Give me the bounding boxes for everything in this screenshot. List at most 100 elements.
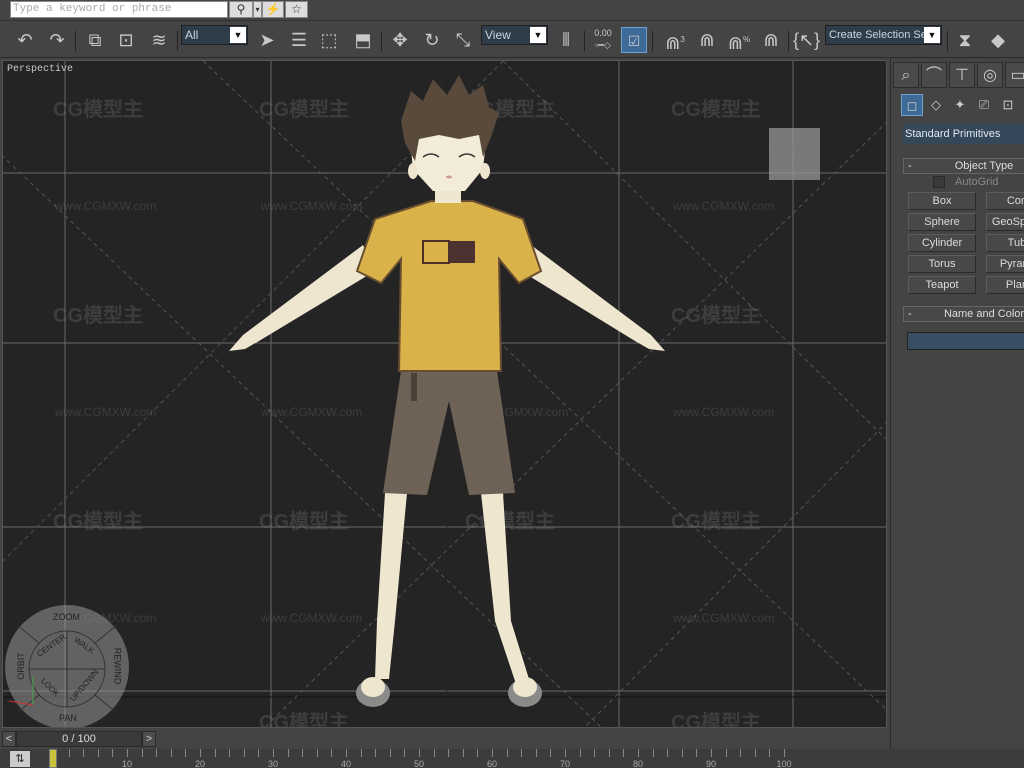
plane-button[interactable]: Plane — [986, 276, 1024, 294]
select-manipulate-button[interactable]: 0.00 ▫━◇ — [590, 27, 616, 53]
create-tab[interactable]: ⌕ — [893, 62, 919, 88]
cylinder-button[interactable]: Cylinder — [908, 234, 976, 252]
right-arm — [521, 245, 665, 351]
wheel-rewind[interactable]: REWIND — [112, 648, 122, 685]
named-selection-set-dropdown[interactable]: Create Selection Set ▼ — [825, 25, 942, 45]
select-and-scale-button[interactable]: ⤡ — [450, 27, 476, 53]
viewcube[interactable]: BOTTOM — [769, 128, 820, 180]
snaps-toggle-button[interactable]: ⋒3 — [662, 27, 688, 53]
primitive-category-dropdown[interactable]: Standard Primitives — [903, 124, 1024, 144]
undo-button[interactable]: ↶ — [12, 27, 38, 53]
hierarchy-tab[interactable]: ⊤ — [949, 62, 975, 88]
track-tick — [68, 749, 70, 757]
wheel-zoom[interactable]: ZOOM — [53, 612, 80, 622]
info-center-bar: Type a keyword or phrase ⚲ ▾ ⚡ ☆ — [0, 0, 1024, 20]
angle-snap-icon: ⋒ — [699, 30, 715, 50]
toolbar-divider — [177, 31, 178, 51]
toolbar-divider — [381, 31, 382, 51]
cone-button[interactable]: Cone — [986, 192, 1024, 210]
character-model[interactable] — [3, 61, 887, 728]
motion-tab[interactable]: ◎ — [977, 62, 1003, 88]
track-bar[interactable]: ⇅ 0102030405060708090100 — [0, 749, 1024, 768]
rollout-title: Object Type — [954, 160, 1014, 172]
percent-snap-button[interactable]: ⋒% — [726, 27, 752, 53]
wheel-pan[interactable]: PAN — [59, 713, 77, 723]
left-ear — [408, 163, 418, 179]
next-frame-button[interactable]: > — [142, 731, 156, 747]
lights-category-button[interactable]: ✦ — [949, 94, 971, 116]
select-object-button[interactable]: ➤ — [254, 27, 280, 53]
pivot-center-button[interactable]: ⫴ — [553, 27, 579, 53]
cameras-category-button[interactable]: ⎚ — [973, 94, 995, 116]
track-tick — [579, 749, 581, 757]
track-tick-label: 60 — [486, 759, 498, 768]
track-tick-label: 20 — [194, 759, 206, 768]
search-button[interactable]: ⚲ — [229, 1, 253, 18]
keyboard-shortcut-override-toggle[interactable]: ☑ — [621, 27, 647, 53]
steering-wheel[interactable]: ZOOM ORBIT REWIND PAN CENTER WALK LOOK U… — [5, 605, 129, 727]
open-mini-curve-editor-button[interactable]: ⇅ — [10, 751, 30, 767]
modify-tab[interactable]: ⌒ — [921, 62, 947, 88]
bind-to-space-warp-button[interactable]: ≋ — [146, 27, 172, 53]
spinner-snap-button[interactable]: ⋒ — [758, 27, 784, 53]
wheel-orbit[interactable]: ORBIT — [16, 652, 26, 680]
reference-coordinate-dropdown[interactable]: View ▼ — [481, 25, 548, 45]
mirror-button[interactable]: ⧗ — [952, 27, 978, 53]
tube-button[interactable]: Tube — [986, 234, 1024, 252]
perspective-viewport[interactable]: CG模型主 CG模型主 CG模型主 CG模型主 CG模型主 CG模型主 CG模型… — [2, 60, 887, 728]
object-type-rollout-header[interactable]: - Object Type — [903, 158, 1024, 174]
track-tick-label: 50 — [413, 759, 425, 768]
current-frame-marker[interactable] — [49, 749, 57, 768]
manipulate-icon: ▫━◇ — [595, 40, 611, 50]
track-tick — [419, 749, 420, 757]
select-by-name-button[interactable]: ☰ — [286, 27, 312, 53]
selection-filter-dropdown[interactable]: All ▼ — [181, 25, 248, 45]
rectangular-selection-button[interactable]: ⬚ — [316, 27, 342, 53]
select-and-move-button[interactable]: ✥ — [387, 27, 413, 53]
edit-named-selection-button[interactable]: {↖} — [793, 27, 820, 53]
time-slider-thumb[interactable]: 0 / 100 — [16, 731, 142, 747]
geosphere-button[interactable]: GeoSphere — [986, 213, 1024, 231]
sphere-button[interactable]: Sphere — [908, 213, 976, 231]
shapes-category-button[interactable]: ◇ — [925, 94, 947, 116]
helper-icon: ⊡ — [1002, 97, 1014, 112]
wheel-close-icon[interactable]: × — [115, 613, 121, 624]
viewport-label[interactable]: Perspective — [7, 64, 73, 75]
track-tick — [535, 749, 537, 757]
autogrid-checkbox[interactable] — [933, 176, 945, 188]
select-and-rotate-button[interactable]: ↻ — [419, 27, 445, 53]
prev-frame-button[interactable]: < — [2, 731, 16, 747]
track-tick-label: 70 — [559, 759, 571, 768]
track-tick — [521, 749, 523, 757]
window-crossing-button[interactable]: ⬒ — [350, 27, 376, 53]
favorites-button[interactable]: ☆ — [285, 1, 308, 18]
camera-icon: ⎚ — [978, 97, 990, 112]
angle-snap-button[interactable]: ⋒ — [694, 27, 720, 53]
track-tick — [565, 749, 566, 757]
name-and-color-rollout-header[interactable]: - Name and Color — [903, 306, 1024, 322]
redo-button[interactable]: ↷ — [44, 27, 70, 53]
teapot-button[interactable]: Teapot — [908, 276, 976, 294]
hierarchy-icon: ⊤ — [955, 67, 969, 84]
torus-button[interactable]: Torus — [908, 255, 976, 273]
pyramid-button[interactable]: Pyramid — [986, 255, 1024, 273]
communication-center-button[interactable]: ⚡ — [262, 1, 284, 18]
wheel-menu-chevron-icon[interactable]: ▾ — [115, 709, 119, 718]
pivot-icon: ⫴ — [562, 30, 570, 50]
track-tick — [258, 749, 260, 757]
search-input[interactable]: Type a keyword or phrase — [10, 1, 228, 18]
unlink-selection-button[interactable]: ⊡ — [113, 27, 139, 53]
display-tab[interactable]: ▭ — [1005, 62, 1024, 88]
track-tick — [243, 749, 245, 757]
search-dropdown-button[interactable]: ▾ — [253, 1, 262, 18]
toolbar-divider — [788, 31, 789, 51]
select-and-link-button[interactable]: ⧉ — [82, 27, 108, 53]
track-tick — [740, 749, 742, 757]
object-name-input[interactable] — [907, 332, 1024, 350]
box-button[interactable]: Box — [908, 192, 976, 210]
track-tick — [156, 749, 158, 757]
align-button[interactable]: ◆ — [985, 27, 1011, 53]
helpers-category-button[interactable]: ⊡ — [997, 94, 1019, 116]
left-arm — [229, 245, 375, 351]
geometry-category-button[interactable]: ◻ — [901, 94, 923, 116]
